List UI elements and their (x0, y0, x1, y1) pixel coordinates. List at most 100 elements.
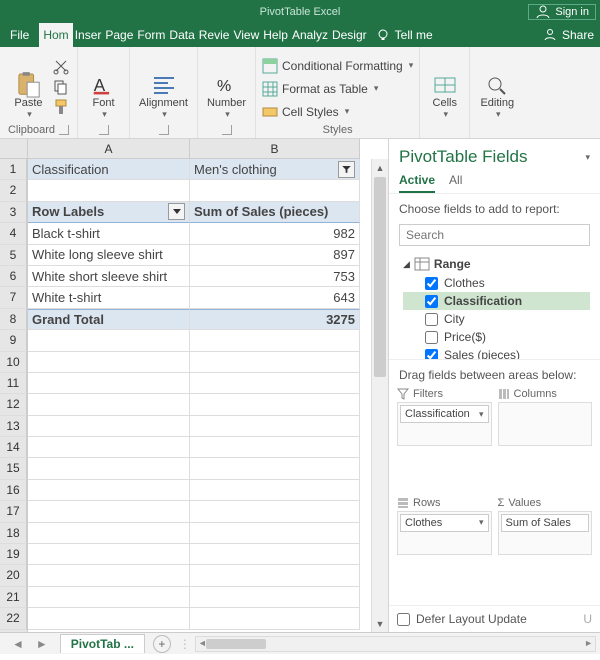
cell[interactable] (190, 416, 360, 437)
pane-tab-active[interactable]: Active (399, 169, 435, 193)
new-sheet-button[interactable]: + (153, 635, 171, 653)
row-header[interactable]: 5 (0, 245, 27, 266)
tab-design[interactable]: Desigr (330, 23, 369, 47)
field-checkbox[interactable] (425, 313, 438, 326)
vertical-scrollbar[interactable]: ▲ ▼ (371, 159, 388, 632)
cell[interactable]: 643 (190, 287, 360, 308)
vertical-scroll-thumb[interactable] (374, 177, 386, 377)
filter-chip-classification[interactable]: Classification▾ (400, 405, 489, 423)
field-checkbox[interactable] (425, 277, 438, 290)
field-list[interactable]: ◢ Range Clothes Classification City Pric… (389, 250, 600, 360)
filters-drop-area[interactable]: Classification▾ (397, 402, 492, 446)
row-labels-dropdown[interactable] (168, 203, 185, 220)
cell[interactable] (28, 565, 190, 586)
cell[interactable]: Black t-shirt (28, 223, 190, 244)
conditional-formatting-button[interactable]: Conditional Formatting▾ (262, 56, 413, 76)
field-checkbox[interactable] (425, 349, 438, 361)
sheet-nav-prev[interactable]: ◄ (6, 637, 30, 651)
number-dialog-launcher[interactable] (222, 125, 232, 135)
cell[interactable] (28, 523, 190, 544)
cut-icon[interactable] (52, 58, 70, 76)
field-sales[interactable]: Sales (pieces) (403, 346, 596, 360)
row-header[interactable]: 3 (0, 202, 27, 223)
column-header-b[interactable]: B (190, 139, 360, 159)
report-filter-dropdown[interactable] (338, 161, 355, 178)
copy-icon[interactable] (52, 78, 70, 96)
horizontal-scroll-thumb[interactable] (206, 639, 266, 649)
rows-drop-area[interactable]: Clothes▾ (397, 511, 492, 555)
row-header[interactable]: 21 (0, 587, 27, 608)
field-range[interactable]: ◢ Range (403, 254, 596, 274)
field-classification[interactable]: Classification (403, 292, 590, 310)
values-drop-area[interactable]: Sum of Sales (498, 511, 593, 555)
row-header[interactable]: 6 (0, 266, 27, 287)
field-clothes[interactable]: Clothes (403, 274, 596, 292)
cell[interactable] (28, 501, 190, 522)
row-header[interactable]: 7 (0, 287, 27, 308)
tab-formulas[interactable]: Form (135, 23, 167, 47)
cell[interactable] (190, 565, 360, 586)
row-header[interactable]: 15 (0, 458, 27, 479)
tab-view[interactable]: View (231, 23, 261, 47)
row-header[interactable]: 14 (0, 437, 27, 458)
field-checkbox[interactable] (425, 331, 438, 344)
cell[interactable]: Sum of Sales (pieces) (190, 202, 360, 223)
tab-file[interactable]: File (0, 23, 39, 47)
tab-home[interactable]: Hom (39, 23, 72, 47)
cell-styles-button[interactable]: Cell Styles▾ (262, 102, 349, 122)
row-header[interactable]: 17 (0, 501, 27, 522)
cell[interactable] (190, 544, 360, 565)
cell[interactable]: 3275 (190, 309, 360, 330)
cell[interactable]: Row Labels (28, 202, 190, 223)
format-painter-icon[interactable] (52, 98, 70, 116)
columns-drop-area[interactable] (498, 402, 593, 446)
column-header-a[interactable]: A (28, 139, 190, 159)
row-header[interactable]: 10 (0, 352, 27, 373)
cell[interactable] (28, 352, 190, 373)
cell[interactable] (190, 394, 360, 415)
tab-page-layout[interactable]: Page (103, 23, 135, 47)
cell[interactable] (28, 480, 190, 501)
cell[interactable] (190, 501, 360, 522)
field-price[interactable]: Price($) (403, 328, 596, 346)
cell[interactable] (28, 394, 190, 415)
cell[interactable] (28, 416, 190, 437)
scroll-down-arrow[interactable]: ▼ (372, 615, 388, 632)
update-button[interactable]: U (583, 612, 592, 626)
cell[interactable]: 753 (190, 266, 360, 287)
cell[interactable] (190, 523, 360, 544)
cell[interactable]: White long sleeve shirt (28, 245, 190, 266)
format-as-table-button[interactable]: Format as Table▾ (262, 79, 378, 99)
cell[interactable] (28, 373, 190, 394)
cells-button[interactable]: Cells▾ (426, 54, 463, 120)
row-header[interactable]: 22 (0, 608, 27, 629)
sheet-tab-pivottable[interactable]: PivotTab ... (60, 634, 145, 653)
tab-review[interactable]: Revie (197, 23, 232, 47)
clipboard-dialog-launcher[interactable] (59, 125, 69, 135)
cell[interactable] (28, 458, 190, 479)
cell[interactable] (190, 330, 360, 351)
font-dialog-launcher[interactable] (99, 125, 109, 135)
cell[interactable]: 982 (190, 223, 360, 244)
row-header[interactable]: 9 (0, 330, 27, 351)
pane-options-dropdown[interactable]: ▾ (585, 152, 590, 163)
row-header[interactable]: 8 (0, 309, 27, 330)
cell[interactable] (190, 458, 360, 479)
cell[interactable] (190, 608, 360, 629)
tab-help[interactable]: Help (261, 23, 290, 47)
cell[interactable] (190, 480, 360, 501)
cell[interactable] (28, 587, 190, 608)
alignment-dialog-launcher[interactable] (159, 125, 169, 135)
tab-analyze[interactable]: Analyz (290, 23, 330, 47)
paste-button[interactable]: Paste ▾ (8, 54, 50, 120)
share-button[interactable]: Share (536, 23, 600, 47)
field-city[interactable]: City (403, 310, 596, 328)
horizontal-scrollbar[interactable]: ◄ ► (195, 636, 596, 652)
tab-data[interactable]: Data (167, 23, 196, 47)
cell[interactable] (190, 437, 360, 458)
cell[interactable] (28, 544, 190, 565)
cell-grid[interactable]: ClassificationMen's clothing Row LabelsS… (28, 159, 371, 632)
cell[interactable] (28, 180, 190, 201)
tab-insert[interactable]: Inser (73, 23, 104, 47)
cell[interactable]: Classification (28, 159, 190, 180)
